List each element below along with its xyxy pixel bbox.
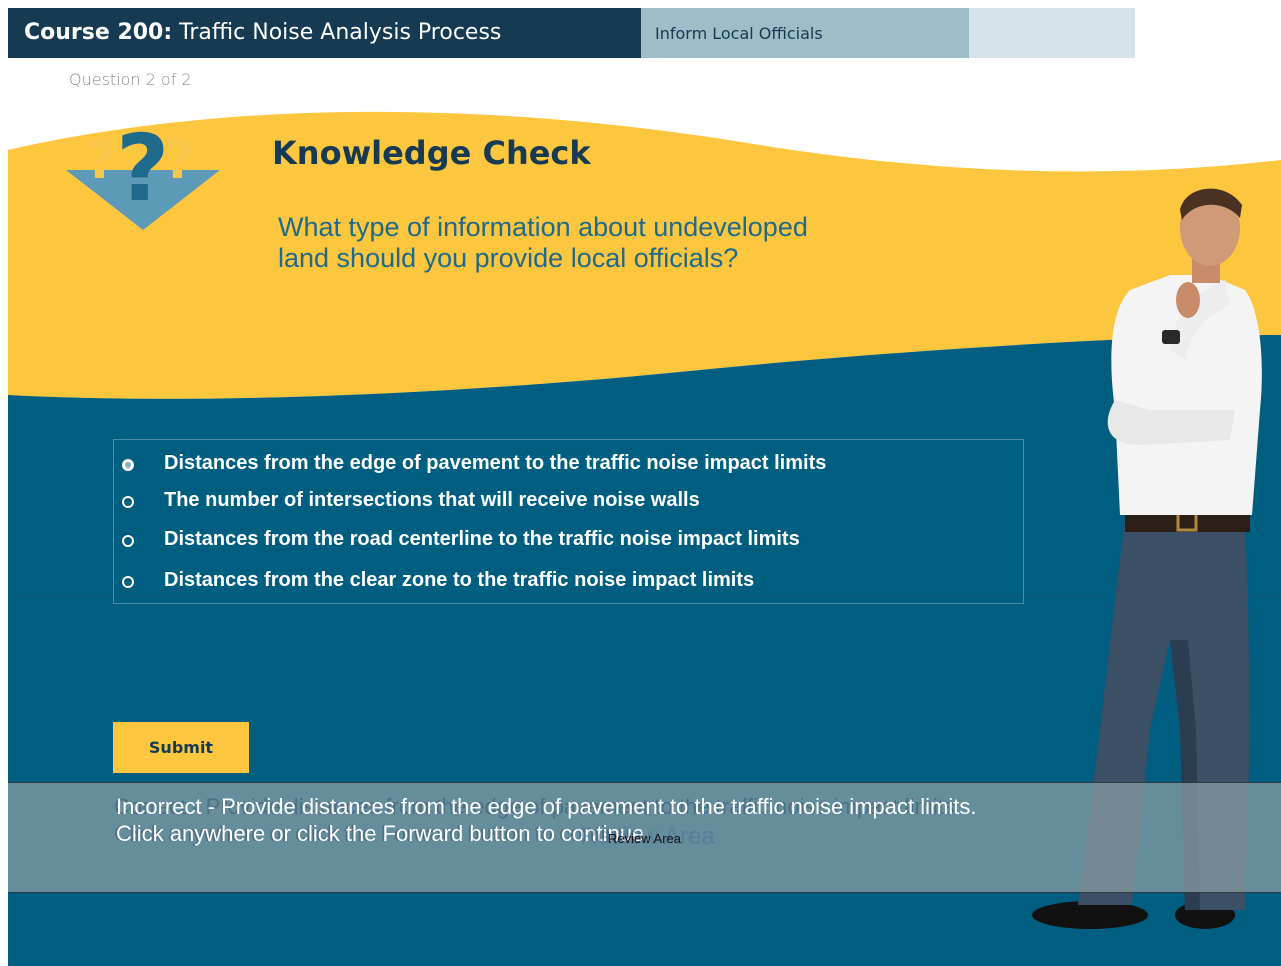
option-3[interactable]: Distances from the road centerline to th… — [114, 528, 1023, 558]
course-number: Course 200: — [24, 20, 173, 45]
svg-text:?: ? — [116, 115, 169, 222]
feedback-text: Incorrect - Provide distances from the e… — [116, 794, 977, 846]
feedback-overlay[interactable]: Correct - Provide distances from the edg… — [8, 782, 1281, 893]
submit-button[interactable]: Submit — [113, 722, 249, 773]
svg-text:?: ? — [86, 131, 116, 191]
option-label: The number of intersections that will re… — [164, 489, 700, 511]
radio-icon-selected[interactable] — [122, 459, 134, 471]
tab-blank[interactable] — [1134, 8, 1281, 58]
question-marks-icon: ? ? ? — [66, 115, 220, 230]
tab-next[interactable] — [969, 8, 1134, 58]
answer-options: Distances from the edge of pavement to t… — [113, 439, 1024, 604]
radio-icon[interactable] — [122, 576, 134, 588]
option-label: Distances from the road centerline to th… — [164, 528, 800, 550]
option-label: Distances from the edge of pavement to t… — [164, 452, 827, 474]
course-title: Course 200: Traffic Noise Analysis Proce… — [24, 20, 501, 45]
tab-label: Inform Local Officials — [655, 24, 823, 43]
knowledge-check-title: Knowledge Check — [272, 134, 591, 172]
option-4[interactable]: Distances from the clear zone to the tra… — [114, 569, 1023, 599]
question-text: What type of information about undevelop… — [278, 212, 808, 273]
review-area-label: Review Area — [608, 831, 681, 846]
option-label: Distances from the clear zone to the tra… — [164, 569, 755, 591]
radio-icon[interactable] — [122, 496, 134, 508]
tab-inform-local-officials[interactable]: Inform Local Officials — [641, 8, 969, 58]
option-2[interactable]: The number of intersections that will re… — [114, 489, 1023, 519]
course-header: Course 200: Traffic Noise Analysis Proce… — [8, 8, 641, 58]
option-1[interactable]: Distances from the edge of pavement to t… — [114, 452, 1023, 482]
question-progress: Question 2 of 2 — [69, 70, 192, 89]
course-name: Traffic Noise Analysis Process — [179, 20, 502, 45]
radio-icon[interactable] — [122, 535, 134, 547]
slide: Course 200: Traffic Noise Analysis Proce… — [0, 0, 1281, 966]
